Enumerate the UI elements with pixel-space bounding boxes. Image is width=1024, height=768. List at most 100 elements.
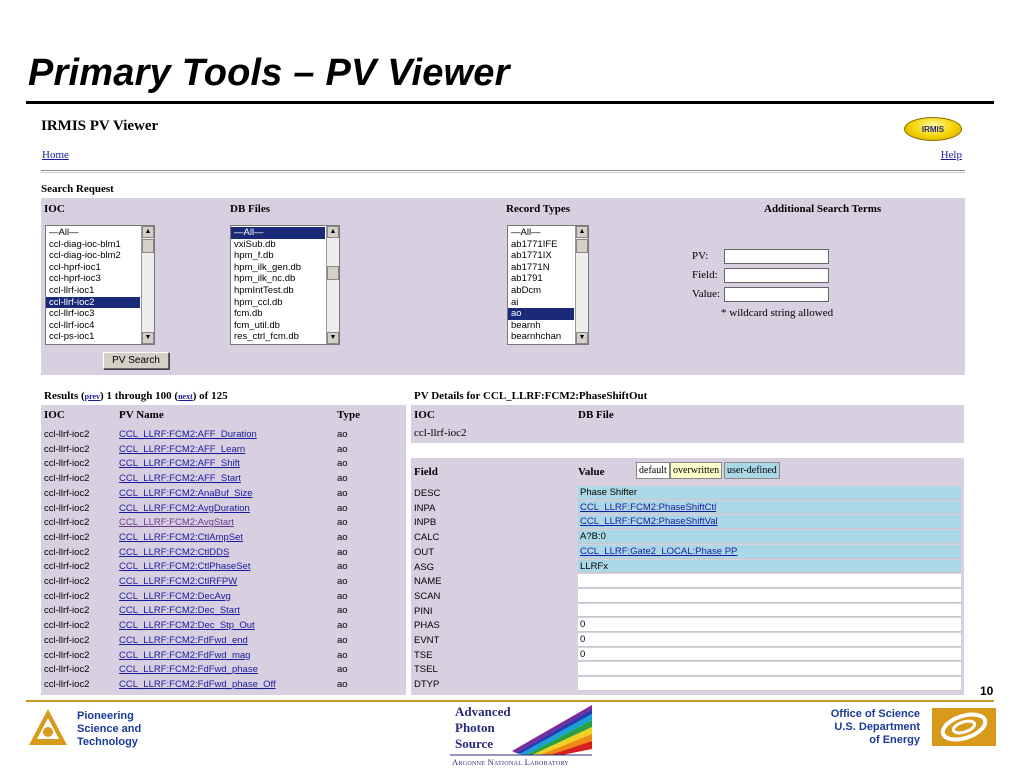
listbox-option[interactable]: —All—	[508, 227, 574, 239]
row-pv-link[interactable]: CCL_LLRF:FCM2:AFF_Shift	[119, 458, 240, 469]
row-pv-link[interactable]: CCL_LLRF:FCM2:CtlAmpSet	[119, 532, 243, 543]
listbox-option[interactable]: ccl-diag-ioc-blm1	[46, 239, 140, 251]
results-ioc-header: IOC	[44, 409, 65, 421]
pv-details-heading: PV Details for CCL_LLRF:FCM2:PhaseShiftO…	[414, 390, 648, 402]
row-ioc: ccl-llrf-ioc2	[44, 576, 90, 587]
row-type: ao	[337, 546, 348, 558]
row-pv-link[interactable]: CCL_LLRF:FCM2:AFF_Start	[119, 473, 241, 484]
details-ioc-header: IOC	[414, 409, 435, 421]
row-pv-link[interactable]: CCL_LLRF:FCM2:AvgDuration	[119, 503, 250, 514]
row-pv-link[interactable]: CCL_LLRF:FCM2:CtlRFPW	[119, 576, 237, 587]
listbox-option[interactable]: ab1771IFE	[508, 239, 574, 251]
irmis-logo[interactable]: IRMIS	[904, 117, 962, 141]
field-name: OUT	[414, 546, 435, 558]
row-pv-link[interactable]: CCL_LLRF:FCM2:AnaBuf_Size	[119, 488, 253, 499]
listbox-option[interactable]: ccl-diag-ioc-blm2	[46, 250, 140, 262]
listbox-option[interactable]: fcm.db	[231, 308, 325, 320]
listbox-option[interactable]: ccl-llrf-ioc1	[46, 285, 140, 297]
listbox-option[interactable]: bearnhchan	[508, 331, 574, 343]
table-row: ccl-llrf-ioc2 CCL_LLRF:FCM2:CtlAmpSet ao	[41, 530, 406, 545]
record-types-column-header: Record Types	[506, 203, 571, 215]
listbox-option[interactable]: vxiSub.db	[231, 239, 325, 251]
listbox-option[interactable]: ccl-hprf-ioc1	[46, 262, 140, 274]
next-link[interactable]: next	[178, 392, 193, 401]
value-term-input[interactable]	[724, 287, 829, 302]
listbox-option[interactable]: hpm_ccl.db	[231, 297, 325, 309]
row-pv-link[interactable]: CCL_LLRF:FCM2:DecAvg	[119, 591, 231, 602]
help-link[interactable]: Help	[941, 149, 962, 161]
listbox-option[interactable]: ab1791	[508, 273, 574, 285]
db-files-listbox[interactable]: —All— vxiSub.db hpm_f.db hpm_ilk_gen.db hpm_…	[230, 225, 340, 345]
listbox-option[interactable]: ccl-llrf-ioc3	[46, 308, 140, 320]
field-column-header: Field	[414, 466, 438, 478]
listbox-option[interactable]: abDcm	[508, 285, 574, 297]
field-row: INPA CCL_LLRF:FCM2:PhaseShiftCtl	[411, 500, 964, 516]
listbox-option[interactable]: hpmIntTest.db	[231, 285, 325, 297]
row-pv-link[interactable]: CCL_LLRF:FCM2:Dec_Stp_Out	[119, 620, 255, 631]
scroll-down-icon[interactable]: ▼	[327, 332, 339, 344]
pv-term-input[interactable]	[724, 249, 829, 264]
ioc-scrollbar[interactable]: ▲ ▼	[141, 226, 154, 344]
footer-right-line: of Energy	[869, 734, 920, 746]
row-pv-link[interactable]: CCL_LLRF:FCM2:FdFwd_phase	[119, 664, 258, 675]
listbox-option[interactable]: ab1771IX	[508, 250, 574, 262]
row-pv-link[interactable]: CCL_LLRF:FCM2:CtlPhaseSet	[119, 561, 250, 572]
listbox-option[interactable]: ab1771N	[508, 262, 574, 274]
scroll-up-icon[interactable]: ▲	[142, 226, 154, 238]
scroll-thumb[interactable]	[576, 239, 588, 253]
row-pv-link[interactable]: CCL_LLRF:FCM2:AFF_Duration	[119, 429, 257, 440]
row-pv-link[interactable]: CCL_LLRF:FCM2:FdFwd_end	[119, 635, 248, 646]
listbox-option[interactable]: ccl-ps-ioc1	[46, 331, 140, 343]
listbox-option[interactable]: hpm_f.db	[231, 250, 325, 262]
listbox-option[interactable]: hpm_ilk_nc.db	[231, 273, 325, 285]
field-value-link[interactable]: CCL_LLRF:FCM2:PhaseShiftVal	[580, 516, 718, 527]
field-value-link[interactable]: CCL_LLRF:FCM2:PhaseShiftCtl	[580, 502, 716, 513]
row-ioc: ccl-llrf-ioc2	[44, 620, 90, 632]
app-title: IRMIS PV Viewer	[41, 118, 159, 134]
scroll-up-icon[interactable]: ▲	[327, 226, 339, 238]
listbox-option[interactable]: ccl-hprf-ioc3	[46, 273, 140, 285]
row-pv-link[interactable]: CCL_LLRF:FCM2:FdFwd_phase_Off	[119, 679, 276, 690]
pv-viewer-screenshot: IRMIS PV Viewer IRMIS Home Help Search R…	[38, 112, 970, 697]
row-pv-link[interactable]: CCL_LLRF:FCM2:CtlDDS	[119, 547, 229, 558]
field-value-link[interactable]: CCL_LLRF:Gate2_LOCAL:Phase PP	[580, 546, 737, 557]
listbox-option[interactable]: ao	[508, 308, 574, 320]
field-term-input[interactable]	[724, 268, 829, 283]
field-name: CALC	[414, 532, 440, 544]
pv-search-button[interactable]: PV Search	[103, 352, 169, 369]
prev-link[interactable]: prev	[85, 392, 100, 401]
scroll-thumb[interactable]	[327, 266, 339, 280]
table-row: ccl-llrf-ioc2 CCL_LLRF:FCM2:FdFwd_mag ao	[41, 648, 406, 663]
row-ioc: ccl-llrf-ioc2	[44, 458, 90, 470]
listbox-option[interactable]: ccl-llrf-ioc2	[46, 296, 140, 309]
field-value: 0	[580, 634, 586, 645]
listbox-option[interactable]: ccl-llrf-ioc4	[46, 320, 140, 332]
listbox-option[interactable]: ai	[508, 297, 574, 309]
listbox-option[interactable]: —All—	[46, 227, 140, 239]
ioc-listbox[interactable]: —All— ccl-diag-ioc-blm1 ccl-diag-ioc-blm2 c…	[45, 225, 155, 345]
listbox-option[interactable]: hpm_ilk_gen.db	[231, 262, 325, 274]
row-pv-link[interactable]: CCL_LLRF:FCM2:AvgStart	[119, 517, 234, 528]
field-value-cell	[578, 677, 961, 691]
record-types-listbox[interactable]: —All— ab1771IFE ab1771IX ab1771N ab1791 abDcm…	[507, 225, 589, 345]
listbox-option[interactable]: res_ctrl_fcm.db	[231, 331, 325, 343]
scroll-thumb[interactable]	[142, 239, 154, 253]
scroll-down-icon[interactable]: ▼	[142, 332, 154, 344]
listbox-option[interactable]: —All—	[231, 227, 325, 239]
scroll-down-icon[interactable]: ▼	[576, 332, 588, 344]
db-scrollbar[interactable]: ▲ ▼	[326, 226, 339, 344]
scroll-up-icon[interactable]: ▲	[576, 226, 588, 238]
home-link[interactable]: Home	[42, 149, 69, 161]
footer-right-line: Office of Science	[830, 708, 920, 720]
row-pv-link[interactable]: CCL_LLRF:FCM2:FdFwd_mag	[119, 650, 250, 661]
field-row: CALC A?B:0	[411, 530, 964, 545]
listbox-option[interactable]: fcm_util.db	[231, 320, 325, 332]
db-files-column-header: DB Files	[230, 203, 271, 215]
field-value-cell: LLRFx	[578, 559, 961, 574]
footer-left-line: Pioneering	[77, 710, 134, 722]
record-scrollbar[interactable]: ▲ ▼	[575, 226, 588, 344]
row-pv-link[interactable]: CCL_LLRF:FCM2:Dec_Start	[119, 605, 240, 616]
results-prefix: Results (	[44, 390, 85, 402]
listbox-option[interactable]: bearnh	[508, 320, 574, 332]
row-pv-link[interactable]: CCL_LLRF:FCM2:AFF_Learn	[119, 444, 245, 455]
